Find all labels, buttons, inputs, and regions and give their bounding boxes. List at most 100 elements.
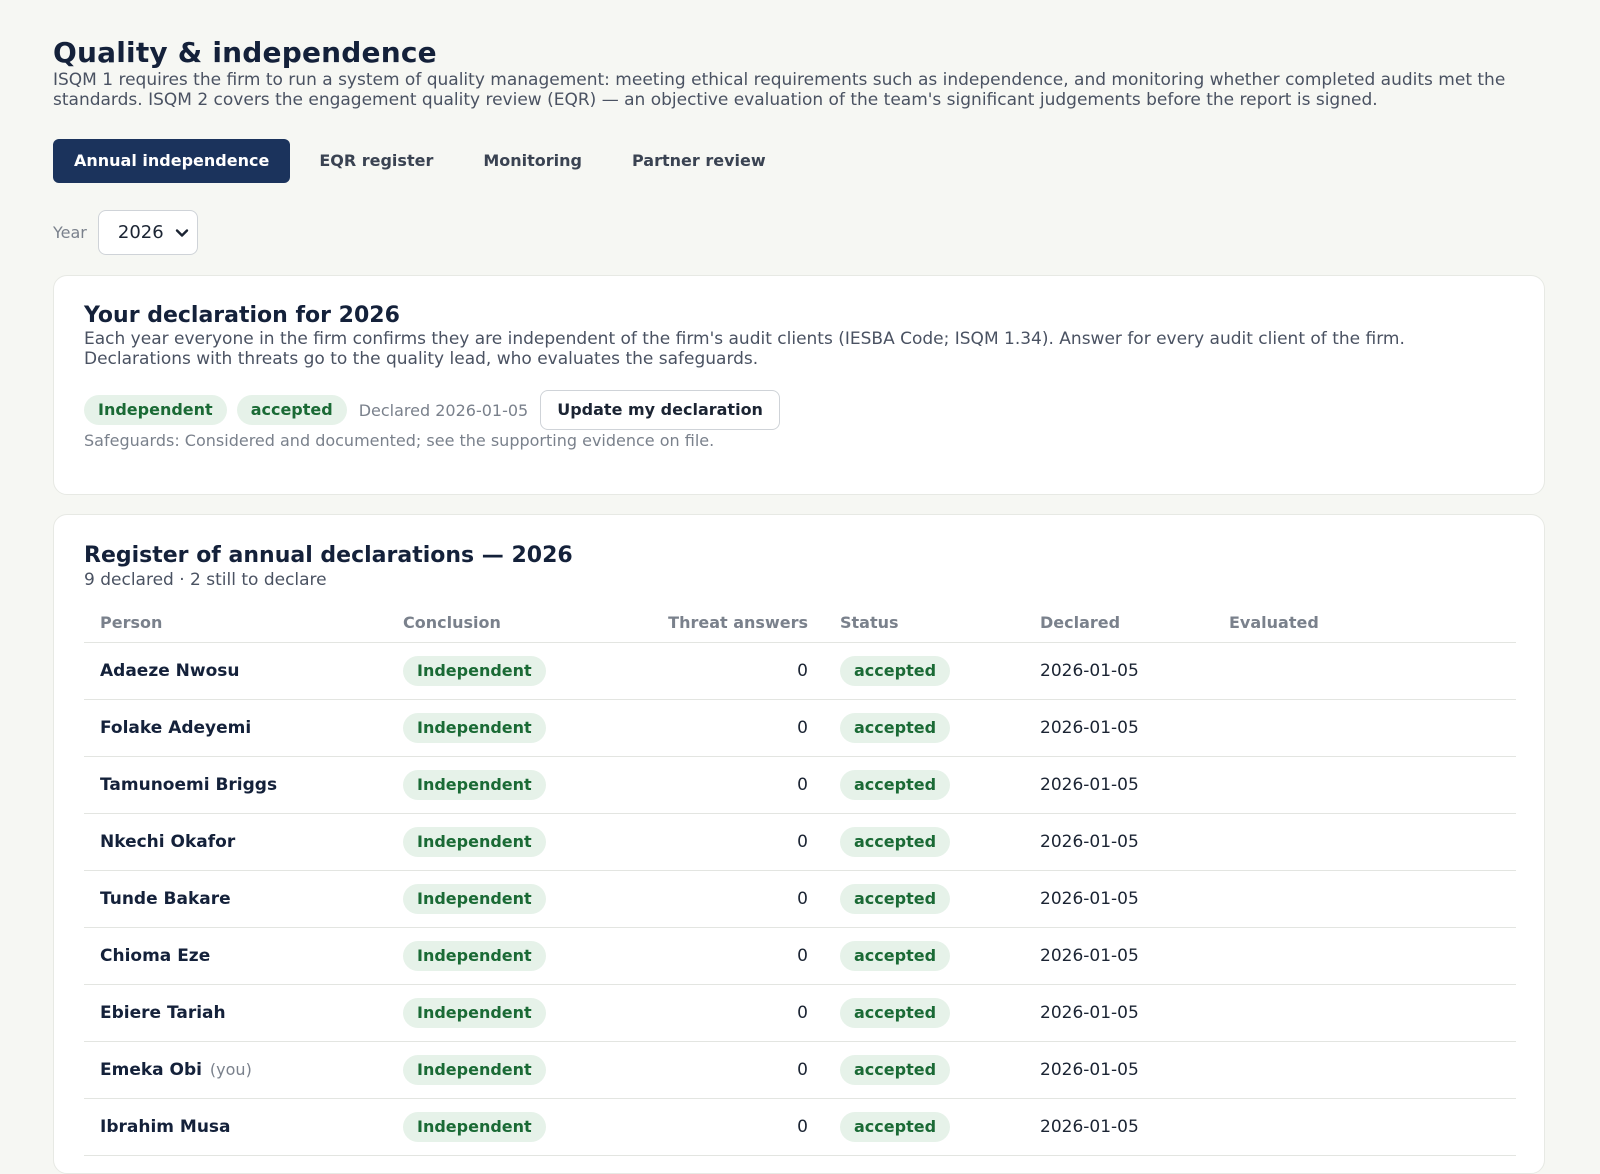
year-filter: Year 2026	[53, 210, 198, 255]
declaration-card: Your declaration for 2026 Each year ever…	[53, 275, 1545, 495]
register-summary: 9 declared · 2 still to declare	[84, 570, 327, 590]
status-badge: accepted	[840, 1055, 951, 1085]
column-header-conclusion[interactable]: Conclusion	[387, 602, 640, 643]
year-label: Year	[53, 223, 87, 242]
conclusion-badge: Independent	[403, 656, 546, 686]
person-cell: Nkechi Okafor	[84, 813, 387, 871]
person-name: Tunde Bakare	[100, 889, 231, 909]
table-row[interactable]: Ibrahim Musa Independent 0 accepted 2026-01-…	[84, 1098, 1516, 1156]
evaluated-cell	[1213, 984, 1516, 1042]
threat-answers-cell: 0	[640, 1041, 824, 1099]
tab-partner-review[interactable]: Partner review	[611, 139, 787, 183]
evaluated-cell	[1213, 813, 1516, 871]
threat-answers-cell: 0	[640, 870, 824, 928]
evaluated-cell	[1213, 1041, 1516, 1099]
tab-monitoring[interactable]: Monitoring	[462, 139, 603, 183]
table-row[interactable]: Emeka Obi (you) Independent 0 accepted 2026-…	[84, 1041, 1516, 1099]
conclusion-badge: Independent	[403, 1055, 546, 1085]
threat-answers-cell: 0	[640, 642, 824, 700]
conclusion-badge: Independent	[403, 827, 546, 857]
status-cell: accepted	[824, 756, 1024, 814]
threat-answers-cell: 0	[640, 984, 824, 1042]
declaration-status-row: Independent accepted Declared 2026-01-05…	[84, 390, 780, 430]
declared-cell: 2026-01-05	[1024, 1098, 1213, 1156]
status-badge: accepted	[840, 998, 951, 1028]
threat-answers-cell: 0	[640, 699, 824, 757]
person-cell: Ibrahim Musa	[84, 1098, 387, 1156]
declared-cell: 2026-01-05	[1024, 1041, 1213, 1099]
person-name: Adaeze Nwosu	[100, 661, 240, 681]
declared-cell: 2026-01-05	[1024, 813, 1213, 871]
status-cell: accepted	[824, 642, 1024, 700]
status-badge: accepted	[840, 941, 951, 971]
declared-cell: 2026-01-05	[1024, 699, 1213, 757]
declared-date: Declared 2026-01-05	[358, 400, 529, 420]
declared-cell: 2026-01-05	[1024, 984, 1213, 1042]
person-cell: Tunde Bakare	[84, 870, 387, 928]
declared-cell: 2026-01-05	[1024, 870, 1213, 928]
table-row[interactable]: Tamunoemi Briggs Independent 0 accepted 2026…	[84, 756, 1516, 814]
conclusion-badge: Independent	[403, 941, 546, 971]
status-cell: accepted	[824, 813, 1024, 871]
table-row[interactable]: Tunde Bakare Independent 0 accepted 2026-01-…	[84, 870, 1516, 928]
conclusion-cell: Independent	[387, 699, 640, 757]
threat-answers-cell: 0	[640, 813, 824, 871]
tab-annual-independence[interactable]: Annual independence	[53, 139, 291, 183]
table-row[interactable]: Folake Adeyemi Independent 0 accepted 2026-0…	[84, 699, 1516, 757]
column-header-declared[interactable]: Declared	[1024, 602, 1213, 643]
evaluated-cell	[1213, 870, 1516, 928]
status-badge: accepted	[236, 395, 347, 425]
column-header-threat-answers[interactable]: Threat answers	[640, 602, 824, 643]
table-row[interactable]: Chioma Eze Independent 0 accepted 2026-01-05	[84, 927, 1516, 985]
register-rows: Adaeze Nwosu Independent 0 accepted 2026-01-…	[84, 642, 1516, 1156]
conclusion-cell: Independent	[387, 927, 640, 985]
table-row[interactable]: Nkechi Okafor Independent 0 accepted 2026-01…	[84, 813, 1516, 871]
chevron-down-icon	[175, 228, 189, 237]
person-name: Emeka Obi	[100, 1060, 202, 1080]
page-title: Quality & independence	[53, 36, 437, 69]
conclusion-cell: Independent	[387, 870, 640, 928]
status-badge: accepted	[840, 656, 951, 686]
threat-answers-cell: 0	[640, 1098, 824, 1156]
evaluated-cell	[1213, 756, 1516, 814]
evaluated-cell	[1213, 927, 1516, 985]
status-cell: accepted	[824, 1041, 1024, 1099]
status-cell: accepted	[824, 927, 1024, 985]
conclusion-cell: Independent	[387, 756, 640, 814]
person-cell: Tamunoemi Briggs	[84, 756, 387, 814]
person-cell: Chioma Eze	[84, 927, 387, 985]
register-table: Person Conclusion Threat answers Status …	[84, 602, 1516, 1156]
register-title: Register of annual declarations — 2026	[84, 543, 573, 568]
person-name: Folake Adeyemi	[100, 718, 252, 738]
column-header-evaluated[interactable]: Evaluated	[1213, 602, 1516, 643]
conclusion-badge: Independent	[84, 395, 227, 425]
column-header-person[interactable]: Person	[84, 602, 387, 643]
status-badge: accepted	[840, 884, 951, 914]
table-header-row: Person Conclusion Threat answers Status …	[84, 602, 1516, 643]
person-cell: Emeka Obi (you)	[84, 1041, 387, 1099]
register-card: Register of annual declarations — 2026 9…	[53, 514, 1545, 1174]
tab-eqr-register[interactable]: EQR register	[298, 139, 454, 183]
conclusion-badge: Independent	[403, 998, 546, 1028]
conclusion-badge: Independent	[403, 770, 546, 800]
table-row[interactable]: Adaeze Nwosu Independent 0 accepted 2026-01-…	[84, 642, 1516, 700]
person-cell: Adaeze Nwosu	[84, 642, 387, 700]
threat-answers-cell: 0	[640, 927, 824, 985]
threat-answers-cell: 0	[640, 756, 824, 814]
year-select[interactable]: 2026	[97, 210, 198, 255]
column-header-status[interactable]: Status	[824, 602, 1024, 643]
table-row[interactable]: Ebiere Tariah Independent 0 accepted 2026-01…	[84, 984, 1516, 1042]
conclusion-cell: Independent	[387, 813, 640, 871]
conclusion-badge: Independent	[403, 713, 546, 743]
status-badge: accepted	[840, 713, 951, 743]
person-name: Chioma Eze	[100, 946, 211, 966]
declaration-title: Your declaration for 2026	[84, 303, 400, 328]
you-marker: (you)	[209, 1060, 252, 1079]
safeguards-note: Safeguards: Considered and documented; s…	[84, 431, 715, 450]
update-declaration-button[interactable]: Update my declaration	[540, 390, 780, 430]
conclusion-badge: Independent	[403, 884, 546, 914]
status-cell: accepted	[824, 984, 1024, 1042]
person-name: Tamunoemi Briggs	[100, 775, 278, 795]
person-name: Ebiere Tariah	[100, 1003, 226, 1023]
conclusion-cell: Independent	[387, 1098, 640, 1156]
